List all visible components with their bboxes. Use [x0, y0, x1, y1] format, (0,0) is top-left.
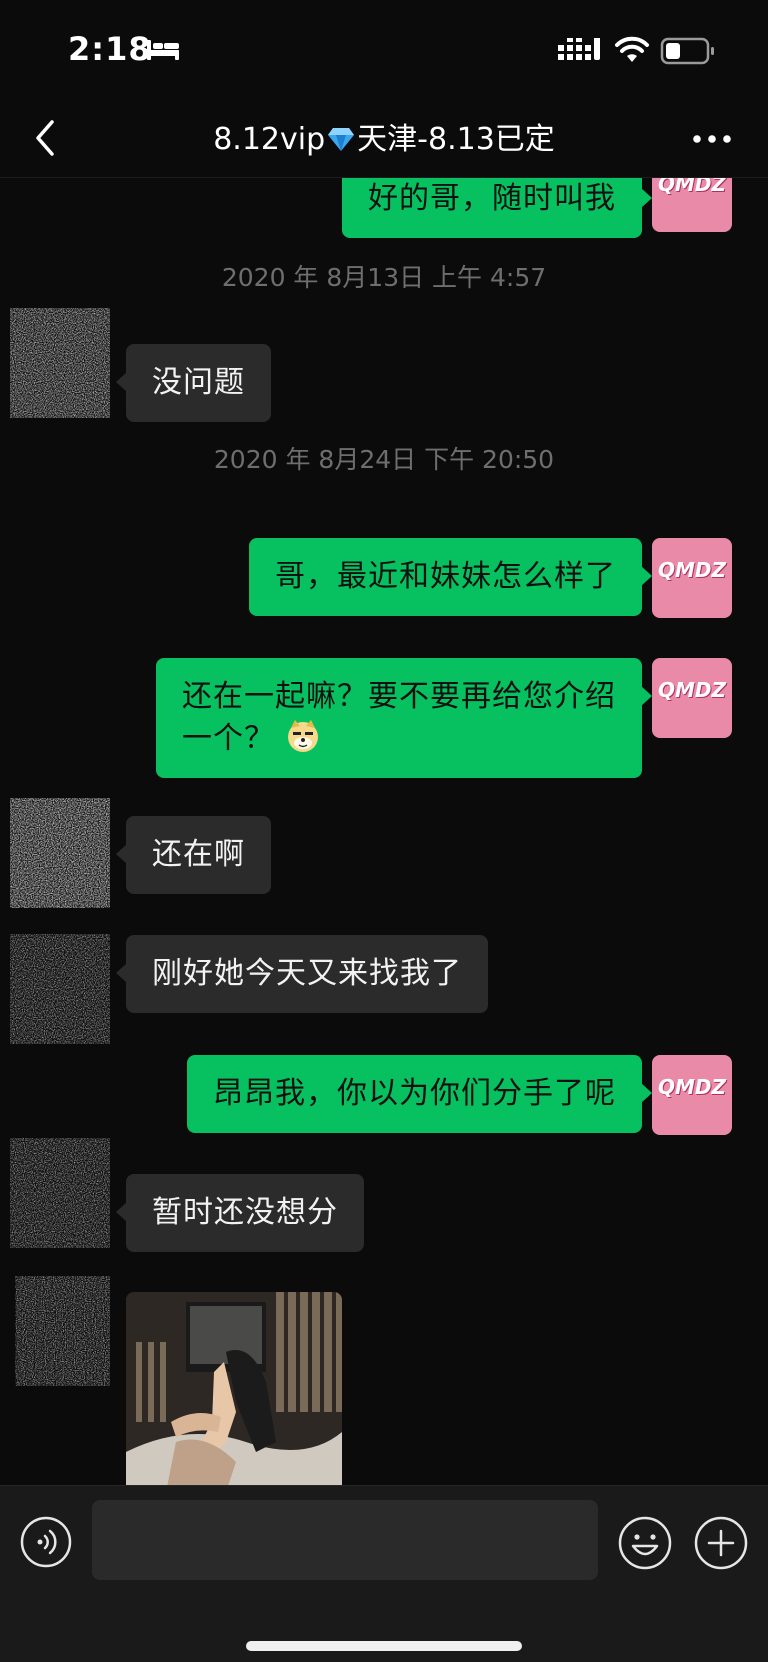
message-bubble-incoming[interactable]: 没问题: [116, 344, 271, 422]
message-bubble-outgoing[interactable]: 还在一起嘛？要不要再给您介绍 一个？: [156, 658, 652, 778]
message-timestamp: 2020 年 8月24日 下午 20:50: [213, 445, 555, 474]
back-chevron-icon[interactable]: [26, 114, 66, 162]
message-bubble-incoming[interactable]: 还在啊: [116, 816, 271, 894]
avatar-logo: QMDZ: [658, 558, 727, 582]
contact-avatar[interactable]: [10, 798, 110, 908]
contact-avatar[interactable]: [10, 1276, 110, 1386]
wifi-icon: [615, 36, 649, 62]
contact-avatar[interactable]: [10, 934, 110, 1044]
cellular-signal-icon: [558, 38, 600, 60]
message-bubble-outgoing[interactable]: 好的哥，随时叫我: [342, 178, 652, 238]
message-bubble-outgoing[interactable]: 哥，最近和妹妹怎么样了: [249, 538, 652, 616]
doge-emoji-icon: [288, 720, 318, 752]
more-options-icon[interactable]: [692, 134, 732, 144]
message-bubble-outgoing[interactable]: 昂昂我，你以为你们分手了呢: [187, 1055, 652, 1133]
message-bubble-incoming[interactable]: 刚好她今天又来找我了: [116, 935, 488, 1013]
image-message[interactable]: [126, 1292, 342, 1485]
chat-title-prefix: 8.12vip: [213, 122, 326, 157]
message-input[interactable]: [92, 1500, 598, 1580]
avatar-logo: QMDZ: [658, 678, 727, 702]
emoji-icon[interactable]: [618, 1516, 672, 1570]
home-indicator: [246, 1641, 522, 1651]
voice-input-icon[interactable]: [20, 1516, 72, 1568]
status-time: 2:18: [68, 30, 152, 68]
message-bubble-incoming[interactable]: 暂时还没想分: [116, 1174, 364, 1252]
self-avatar[interactable]: QMDZ: [652, 178, 732, 232]
message-text-line: 一个？: [182, 718, 616, 760]
self-avatar[interactable]: QMDZ: [652, 1055, 732, 1135]
avatar-logo: QMDZ: [658, 1075, 727, 1099]
add-plus-icon[interactable]: [694, 1516, 748, 1570]
self-avatar[interactable]: QMDZ: [652, 658, 732, 738]
contact-avatar[interactable]: [10, 1138, 110, 1248]
message-text-line: 还在一起嘛？要不要再给您介绍: [182, 679, 616, 714]
status-bar: 2:18: [0, 0, 768, 100]
message-list[interactable]: 好的哥，随时叫我 QMDZ 2020 年 8月13日 上午 4:57 没问题 2…: [0, 178, 768, 1485]
input-bar: [0, 1485, 768, 1662]
self-avatar[interactable]: QMDZ: [652, 538, 732, 618]
photo-thumbnail: [126, 1292, 342, 1485]
gem-icon: [328, 128, 355, 151]
chat-title: 8.12vip 天津-8.13已定: [120, 114, 648, 158]
chat-title-suffix: 天津-8.13已定: [357, 122, 555, 157]
contact-avatar[interactable]: [10, 308, 110, 418]
chat-header: 8.12vip 天津-8.13已定: [0, 100, 768, 178]
avatar-logo: QMDZ: [658, 178, 727, 196]
battery-icon: [660, 37, 714, 65]
sleep-focus-icon: [147, 40, 179, 60]
message-timestamp: 2020 年 8月13日 上午 4:57: [221, 263, 547, 292]
